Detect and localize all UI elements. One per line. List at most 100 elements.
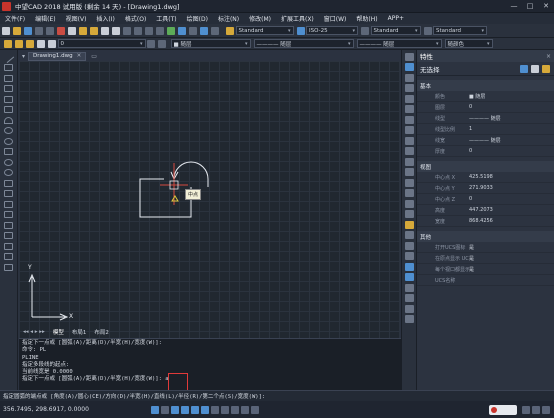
misc-property-row[interactable]: 在原点显示 UCS ...是 bbox=[417, 253, 554, 264]
lineweight-toggle-icon[interactable] bbox=[211, 405, 219, 414]
basic-property-row[interactable]: 厚度 0 bbox=[417, 146, 554, 157]
otrack-toggle-icon[interactable] bbox=[201, 405, 209, 414]
print-icon[interactable] bbox=[34, 26, 43, 35]
print-preview-icon[interactable] bbox=[45, 26, 54, 35]
ungroup-icon[interactable] bbox=[404, 283, 414, 292]
spline-icon[interactable] bbox=[4, 148, 13, 155]
pan-icon[interactable] bbox=[122, 26, 131, 35]
zoom-window-icon[interactable] bbox=[144, 26, 153, 35]
mtext-icon[interactable] bbox=[4, 253, 13, 260]
polyline-icon[interactable] bbox=[4, 85, 13, 92]
section-misc[interactable]: 其他 bbox=[417, 231, 554, 242]
make-current-layer-icon[interactable] bbox=[147, 39, 155, 48]
fullscreen-icon[interactable] bbox=[542, 405, 550, 414]
osnap-toggle-icon[interactable] bbox=[191, 405, 199, 414]
menu-tools[interactable]: 工具(T) bbox=[151, 14, 181, 23]
section-basic[interactable]: 基本 bbox=[417, 80, 554, 91]
tab-model[interactable]: 模型 bbox=[49, 328, 68, 336]
dynamic-input-icon[interactable] bbox=[221, 405, 229, 414]
save-icon[interactable] bbox=[23, 26, 32, 35]
plot-style-dropdown[interactable]: 随颜色 bbox=[444, 39, 493, 48]
divide-icon[interactable] bbox=[404, 315, 414, 323]
maximize-button[interactable]: □ bbox=[522, 2, 538, 10]
menu-format[interactable]: 格式(O) bbox=[120, 14, 151, 23]
layer-manager-icon[interactable] bbox=[4, 39, 12, 48]
tab-menu-icon[interactable]: ▾ bbox=[19, 53, 28, 60]
ortho-toggle-icon[interactable] bbox=[171, 405, 179, 414]
copy-icon[interactable] bbox=[67, 26, 76, 35]
menu-draw[interactable]: 绘图(D) bbox=[182, 14, 213, 23]
snap-toggle-icon[interactable] bbox=[151, 405, 159, 414]
hatch-icon[interactable] bbox=[4, 211, 13, 218]
layout-nav-icon[interactable]: ◂◂ ◂ ▸ ▸▸ bbox=[19, 329, 49, 335]
design-center-icon[interactable] bbox=[177, 26, 186, 35]
calculator-icon[interactable] bbox=[199, 26, 208, 35]
polar-toggle-icon[interactable] bbox=[181, 405, 189, 414]
trim-icon[interactable] bbox=[404, 147, 414, 155]
misc-property-row[interactable]: UCS名称 bbox=[417, 275, 554, 286]
undo-icon[interactable] bbox=[100, 26, 109, 35]
view-property-row[interactable]: 宽度 868.4256 bbox=[417, 216, 554, 227]
new-file-icon[interactable] bbox=[1, 26, 10, 35]
edit-polyline-icon[interactable] bbox=[404, 252, 414, 260]
lengthen-icon[interactable] bbox=[404, 231, 414, 239]
quick-properties-icon[interactable] bbox=[241, 405, 249, 414]
menu-help[interactable]: 帮助(H) bbox=[351, 14, 382, 23]
tool-palette-icon[interactable] bbox=[188, 26, 197, 35]
stretch-icon[interactable] bbox=[404, 136, 414, 145]
erase-icon[interactable] bbox=[404, 52, 414, 61]
menu-edit[interactable]: 编辑(E) bbox=[30, 14, 60, 23]
table-style-dropdown[interactable]: Standard bbox=[370, 26, 421, 35]
chamfer-icon[interactable] bbox=[404, 199, 414, 208]
minimize-button[interactable]: — bbox=[506, 2, 522, 10]
dim-style-dropdown[interactable]: ISO-25 bbox=[306, 26, 358, 35]
join-icon[interactable] bbox=[404, 189, 414, 197]
tab-layout2[interactable]: 布局2 bbox=[90, 328, 113, 336]
model-space-icon[interactable] bbox=[231, 405, 239, 414]
scale-icon[interactable] bbox=[404, 126, 414, 134]
gradient-icon[interactable] bbox=[4, 221, 13, 229]
selection-cycling-icon[interactable] bbox=[251, 405, 259, 414]
misc-property-row[interactable]: 每个视口都显示 U...是 bbox=[417, 264, 554, 275]
menu-view[interactable]: 视图(V) bbox=[61, 14, 92, 23]
menu-app-plus[interactable]: APP+ bbox=[383, 15, 409, 22]
copy-object-icon[interactable] bbox=[404, 63, 414, 71]
linetype-dropdown[interactable]: ———— 随层 bbox=[253, 39, 354, 48]
color-dropdown[interactable]: ■ 随层 bbox=[170, 39, 251, 48]
basic-property-row[interactable]: 图层 0 bbox=[417, 102, 554, 113]
measure-icon[interactable] bbox=[404, 304, 414, 313]
extend-icon[interactable] bbox=[404, 157, 414, 166]
menu-insert[interactable]: 插入(I) bbox=[91, 14, 119, 23]
rectangle-icon[interactable] bbox=[4, 106, 13, 113]
view-property-row[interactable]: 中心点 X 425.5198 bbox=[417, 172, 554, 183]
menu-dimension[interactable]: 标注(N) bbox=[213, 14, 244, 23]
menu-modify[interactable]: 修改(M) bbox=[244, 14, 276, 23]
menu-window[interactable]: 窗口(W) bbox=[319, 14, 352, 23]
command-line-input[interactable]: 指定圆弧的端点或 [角度(A)/圆心(CE)/方向(D)/半宽(H)/直线(L)… bbox=[0, 390, 554, 401]
redo-icon[interactable] bbox=[111, 26, 120, 35]
ray-icon[interactable] bbox=[4, 64, 13, 71]
menu-file[interactable]: 文件(F) bbox=[0, 14, 30, 23]
polygon-icon[interactable] bbox=[4, 95, 13, 103]
lineweight-dropdown[interactable]: ———— 随层 bbox=[356, 39, 442, 48]
section-view[interactable]: 视图 bbox=[417, 161, 554, 172]
properties-icon[interactable] bbox=[166, 26, 175, 35]
add-selected-icon[interactable] bbox=[4, 263, 13, 271]
basic-property-row[interactable]: 线宽 ———— 随层 bbox=[417, 135, 554, 146]
select-objects-icon[interactable] bbox=[530, 64, 539, 73]
selection-dropdown[interactable]: 无选择 bbox=[420, 64, 518, 74]
array-icon[interactable] bbox=[404, 94, 414, 103]
layer-previous-icon[interactable] bbox=[158, 39, 166, 48]
basic-property-row[interactable]: 线型比例 1 bbox=[417, 124, 554, 135]
move-icon[interactable] bbox=[404, 105, 414, 113]
revision-cloud-icon[interactable] bbox=[4, 137, 13, 145]
view-property-row[interactable]: 中心点 Z 0 bbox=[417, 194, 554, 205]
ellipse-arc-icon[interactable] bbox=[4, 169, 13, 176]
properties-close-icon[interactable]: × bbox=[546, 53, 551, 60]
zoom-previous-icon[interactable] bbox=[155, 26, 164, 35]
cut-icon[interactable] bbox=[56, 26, 65, 35]
arc-icon[interactable] bbox=[4, 116, 13, 124]
ellipse-icon[interactable] bbox=[4, 158, 13, 166]
table-icon[interactable] bbox=[4, 242, 13, 250]
xline-icon[interactable] bbox=[4, 74, 13, 82]
